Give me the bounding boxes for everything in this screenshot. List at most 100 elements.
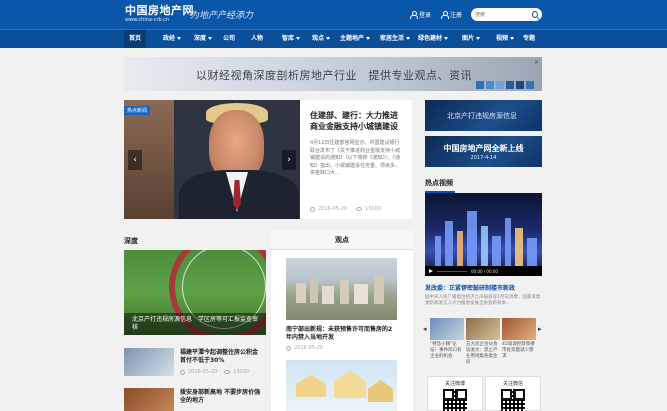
house-icon	[334, 370, 366, 398]
city-building	[467, 211, 477, 266]
nav-item-special[interactable]: 专题	[523, 30, 535, 48]
chevron-down-icon	[208, 37, 213, 40]
city-building	[322, 286, 334, 304]
register-link[interactable]: 注册	[441, 10, 462, 19]
banner-square	[476, 81, 484, 89]
banner-square	[516, 81, 524, 89]
list-item[interactable]: 福建平潭今起调整住房公积金 首付不低于30% 2016-05-20 13000	[124, 348, 266, 376]
video-controls: 00:00 / 00:00	[425, 266, 542, 276]
next-arrow-icon[interactable]: ›	[282, 150, 296, 170]
prev-arrow-icon[interactable]: ‹	[128, 150, 142, 170]
site-logo[interactable]: 中国房地产网 www.china-crb.cn	[125, 4, 194, 24]
nav-item-depth[interactable]: 深度	[194, 30, 213, 48]
side-promo-2[interactable]: 中国房地产网全新上线 2017-4-14	[425, 136, 542, 167]
thumb-next-icon[interactable]: ▸	[538, 325, 542, 333]
top-header: 中国房地产网 www.china-crb.cn 为地产产经添力 登录 注册	[0, 0, 667, 29]
nav-label: 图片	[462, 35, 475, 42]
video-section-title: 热点视频	[425, 179, 453, 187]
hero-views: 13000	[365, 206, 381, 212]
nav-item-green-building[interactable]: 绿色建材	[418, 30, 449, 48]
nav-label: 深度	[194, 35, 207, 42]
nav-item-people[interactable]: 人物	[251, 30, 263, 48]
nav-item-theme-property[interactable]: 主题地产	[340, 30, 371, 48]
views-item-title[interactable]: 南宁部出新规：未获预售许可而售房的2年内禁入当地开发	[286, 326, 397, 342]
logo-text: 中国房地产网	[125, 4, 194, 17]
list-title[interactable]: 福建平潭今起调整住房公积金 首付不低于30%	[180, 349, 265, 365]
user-icon	[441, 11, 449, 19]
nav-item-video[interactable]: 视频	[496, 30, 515, 48]
city-building	[492, 236, 501, 266]
thumb-prev-icon[interactable]: ◂	[423, 325, 427, 333]
city-building	[515, 228, 523, 266]
list-title[interactable]: 拨安身部新高地 不要步房价强全的地方	[180, 389, 265, 405]
eye-icon	[356, 207, 363, 211]
depth-section-header: 深度	[124, 236, 266, 251]
nav-label: 主题地产	[340, 35, 365, 42]
video-thumb-3[interactable]	[502, 318, 536, 340]
video-section-header: 热点视频	[425, 178, 542, 193]
progress-track[interactable]	[437, 270, 467, 272]
list-item[interactable]: 拨安身部新高地 不要步房价强全的地方	[124, 388, 266, 411]
side-promo-2-title: 中国房地产网全新上线	[443, 144, 524, 153]
city-building	[481, 226, 488, 266]
views-image-1[interactable]	[286, 258, 397, 320]
qr-code-icon	[501, 389, 525, 411]
video-desc: 据中央人民广播电台经济之声报道号1月日消费，国家发改委新闻发言人大力推进发展全省…	[425, 295, 541, 306]
hero-date: 2016-05-20	[318, 206, 348, 212]
video-player[interactable]: 00:00 / 00:00	[425, 193, 542, 276]
chevron-down-icon	[406, 37, 411, 40]
play-icon[interactable]	[429, 269, 433, 273]
nav-item-home[interactable]: 首页	[124, 30, 147, 48]
close-icon[interactable]: ×	[534, 59, 539, 66]
city-building	[340, 280, 349, 304]
nav-label: 家居生活	[380, 35, 405, 42]
views-title[interactable]: 观点	[335, 236, 349, 244]
video-thumb-caption: "特急小镇"论坛！事件风口有企业的机会	[430, 342, 462, 359]
list-thumb	[124, 348, 174, 376]
weibo-qr-box: 关注微博	[427, 376, 483, 411]
banner-ad[interactable]: 以财经视角深度剖析房地产行业 提供专业观点、资讯 ×	[124, 57, 542, 91]
nav-item-think-tank[interactable]: 智库	[282, 30, 301, 48]
chevron-down-icon	[444, 37, 449, 40]
chevron-down-icon	[366, 37, 371, 40]
hero-slider[interactable]: 热点新闻 ‹ ›	[124, 100, 300, 219]
chevron-down-icon	[326, 37, 331, 40]
views-date: 2016-05-20	[294, 345, 324, 351]
hero-title[interactable]: 住建部、建行：大力推进商业金融支持小城镇建设	[310, 110, 404, 132]
depth-lead-caption: 北京产打违规房源信息 学区房等可汇报监查审核	[132, 316, 259, 331]
qr-code-icon	[443, 389, 467, 411]
list-meta: 2016-05-20 13000	[180, 369, 249, 375]
hero-article[interactable]: 住建部、建行：大力推进商业金融支持小城镇建设 4月11日住建部官网显示，中国建设…	[300, 100, 412, 219]
video-thumb-1[interactable]	[430, 318, 464, 340]
clock-icon	[180, 369, 185, 375]
wechat-qr-box: 关注微信	[485, 376, 541, 411]
hot-news-tag: 热点新闻	[124, 106, 151, 115]
user-icon	[410, 11, 418, 19]
city-building	[374, 276, 384, 304]
list-views: 13000	[233, 369, 249, 375]
banner-square	[506, 81, 514, 89]
nav-item-company[interactable]: 公司	[223, 30, 235, 48]
nav-label: 智库	[282, 35, 295, 42]
banner-text: 以财经视角深度剖析房地产行业 提供专业观点、资讯	[196, 69, 472, 82]
side-promo-1[interactable]: 北京产打违规房源信息	[425, 100, 542, 131]
video-time: 00:00 / 00:00	[471, 268, 498, 274]
city-building	[505, 218, 511, 266]
login-link[interactable]: 登录	[410, 10, 431, 19]
search-icon[interactable]	[532, 11, 538, 18]
nav-item-pictures[interactable]: 图片	[462, 30, 481, 48]
banner-square	[496, 81, 504, 89]
search-input[interactable]	[475, 11, 530, 18]
nav-label: 视频	[496, 35, 509, 42]
nav-item-home-life[interactable]: 家居生活	[380, 30, 411, 48]
register-label: 注册	[450, 12, 463, 19]
depth-lead-image[interactable]: 北京产打违规房源信息 学区房等可汇报监查审核	[124, 250, 266, 335]
video-thumb-2[interactable]	[466, 318, 500, 340]
views-header: 观点	[271, 230, 413, 250]
nav-item-politics[interactable]: 政经	[163, 30, 182, 48]
city-building	[296, 283, 306, 303]
video-caption[interactable]: 发改委：正紧锣密鼓研制楼市新政	[425, 283, 542, 292]
nav-item-opinion[interactable]: 观点	[312, 30, 331, 48]
views-image-2[interactable]	[286, 360, 397, 411]
depth-title[interactable]: 深度	[124, 236, 266, 246]
